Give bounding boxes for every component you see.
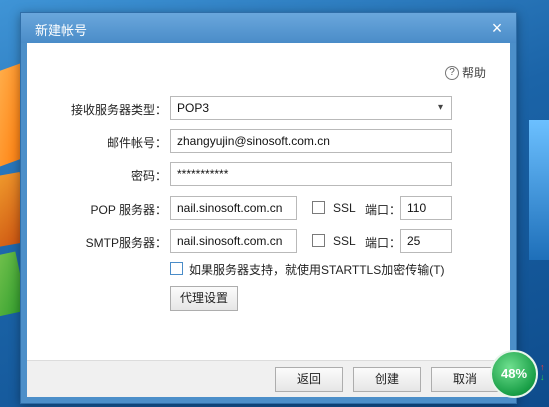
dialog-titlebar[interactable]: 新建帐号 × — [21, 13, 516, 43]
server-type-value: POP3 — [177, 101, 210, 115]
password-field[interactable]: *********** — [170, 162, 452, 186]
starttls-checkbox[interactable] — [170, 262, 183, 275]
smtp-ssl-label: SSL — [333, 234, 356, 248]
dialog-footer: 返回 创建 取消 — [27, 360, 510, 397]
wallpaper-streak-blue — [529, 120, 549, 260]
help-link[interactable]: ? 帮助 — [444, 64, 486, 81]
create-button[interactable]: 创建 — [353, 367, 421, 392]
pop-port-label: 端口： — [365, 203, 402, 217]
server-type-select[interactable]: POP3 ▾ — [170, 96, 452, 120]
pop-port-field[interactable]: 110 — [400, 196, 452, 220]
password-label: 密码： — [130, 169, 167, 183]
dialog-body: ? 帮助 接收服务器类型： POP3 ▾ 邮件帐号： zhangyujin@si… — [27, 43, 510, 397]
email-label: 邮件帐号： — [106, 136, 167, 150]
smtp-server-label: SMTP服务器： — [85, 236, 167, 250]
pop-ssl-label: SSL — [333, 201, 356, 215]
back-button[interactable]: 返回 — [275, 367, 343, 392]
pop-server-field[interactable]: nail.sinosoft.com.cn — [170, 196, 297, 220]
cancel-button[interactable]: 取消 — [431, 367, 499, 392]
smtp-port-label: 端口： — [365, 236, 402, 250]
proxy-settings-button[interactable]: 代理设置 — [170, 286, 238, 311]
starttls-label: 如果服务器支持，就使用STARTTLS加密传输(T) — [189, 263, 445, 277]
new-account-dialog: 新建帐号 × ? 帮助 接收服务器类型： POP3 ▾ 邮件帐号： zhangy… — [20, 12, 517, 404]
smtp-server-field[interactable]: nail.sinosoft.com.cn — [170, 229, 297, 253]
upload-arrow-icon: ↑ — [540, 362, 545, 372]
server-type-label: 接收服务器类型： — [70, 103, 167, 117]
email-field[interactable]: zhangyujin@sinosoft.com.cn — [170, 129, 452, 153]
smtp-port-field[interactable]: 25 — [400, 229, 452, 253]
download-arrow-icon: ↓ — [540, 372, 545, 382]
chevron-down-icon: ▾ — [437, 102, 443, 113]
smtp-ssl-checkbox[interactable] — [312, 234, 325, 247]
memory-usage-gauge[interactable]: 48% — [490, 350, 538, 398]
help-label: 帮助 — [461, 66, 486, 80]
pop-server-label: POP 服务器： — [90, 203, 167, 217]
dialog-title: 新建帐号 — [35, 23, 88, 38]
close-icon[interactable]: × — [486, 17, 508, 39]
help-icon: ? — [444, 65, 459, 80]
pop-ssl-checkbox[interactable] — [312, 201, 325, 214]
network-speed-indicator: ↑ ↓ — [540, 362, 549, 382]
